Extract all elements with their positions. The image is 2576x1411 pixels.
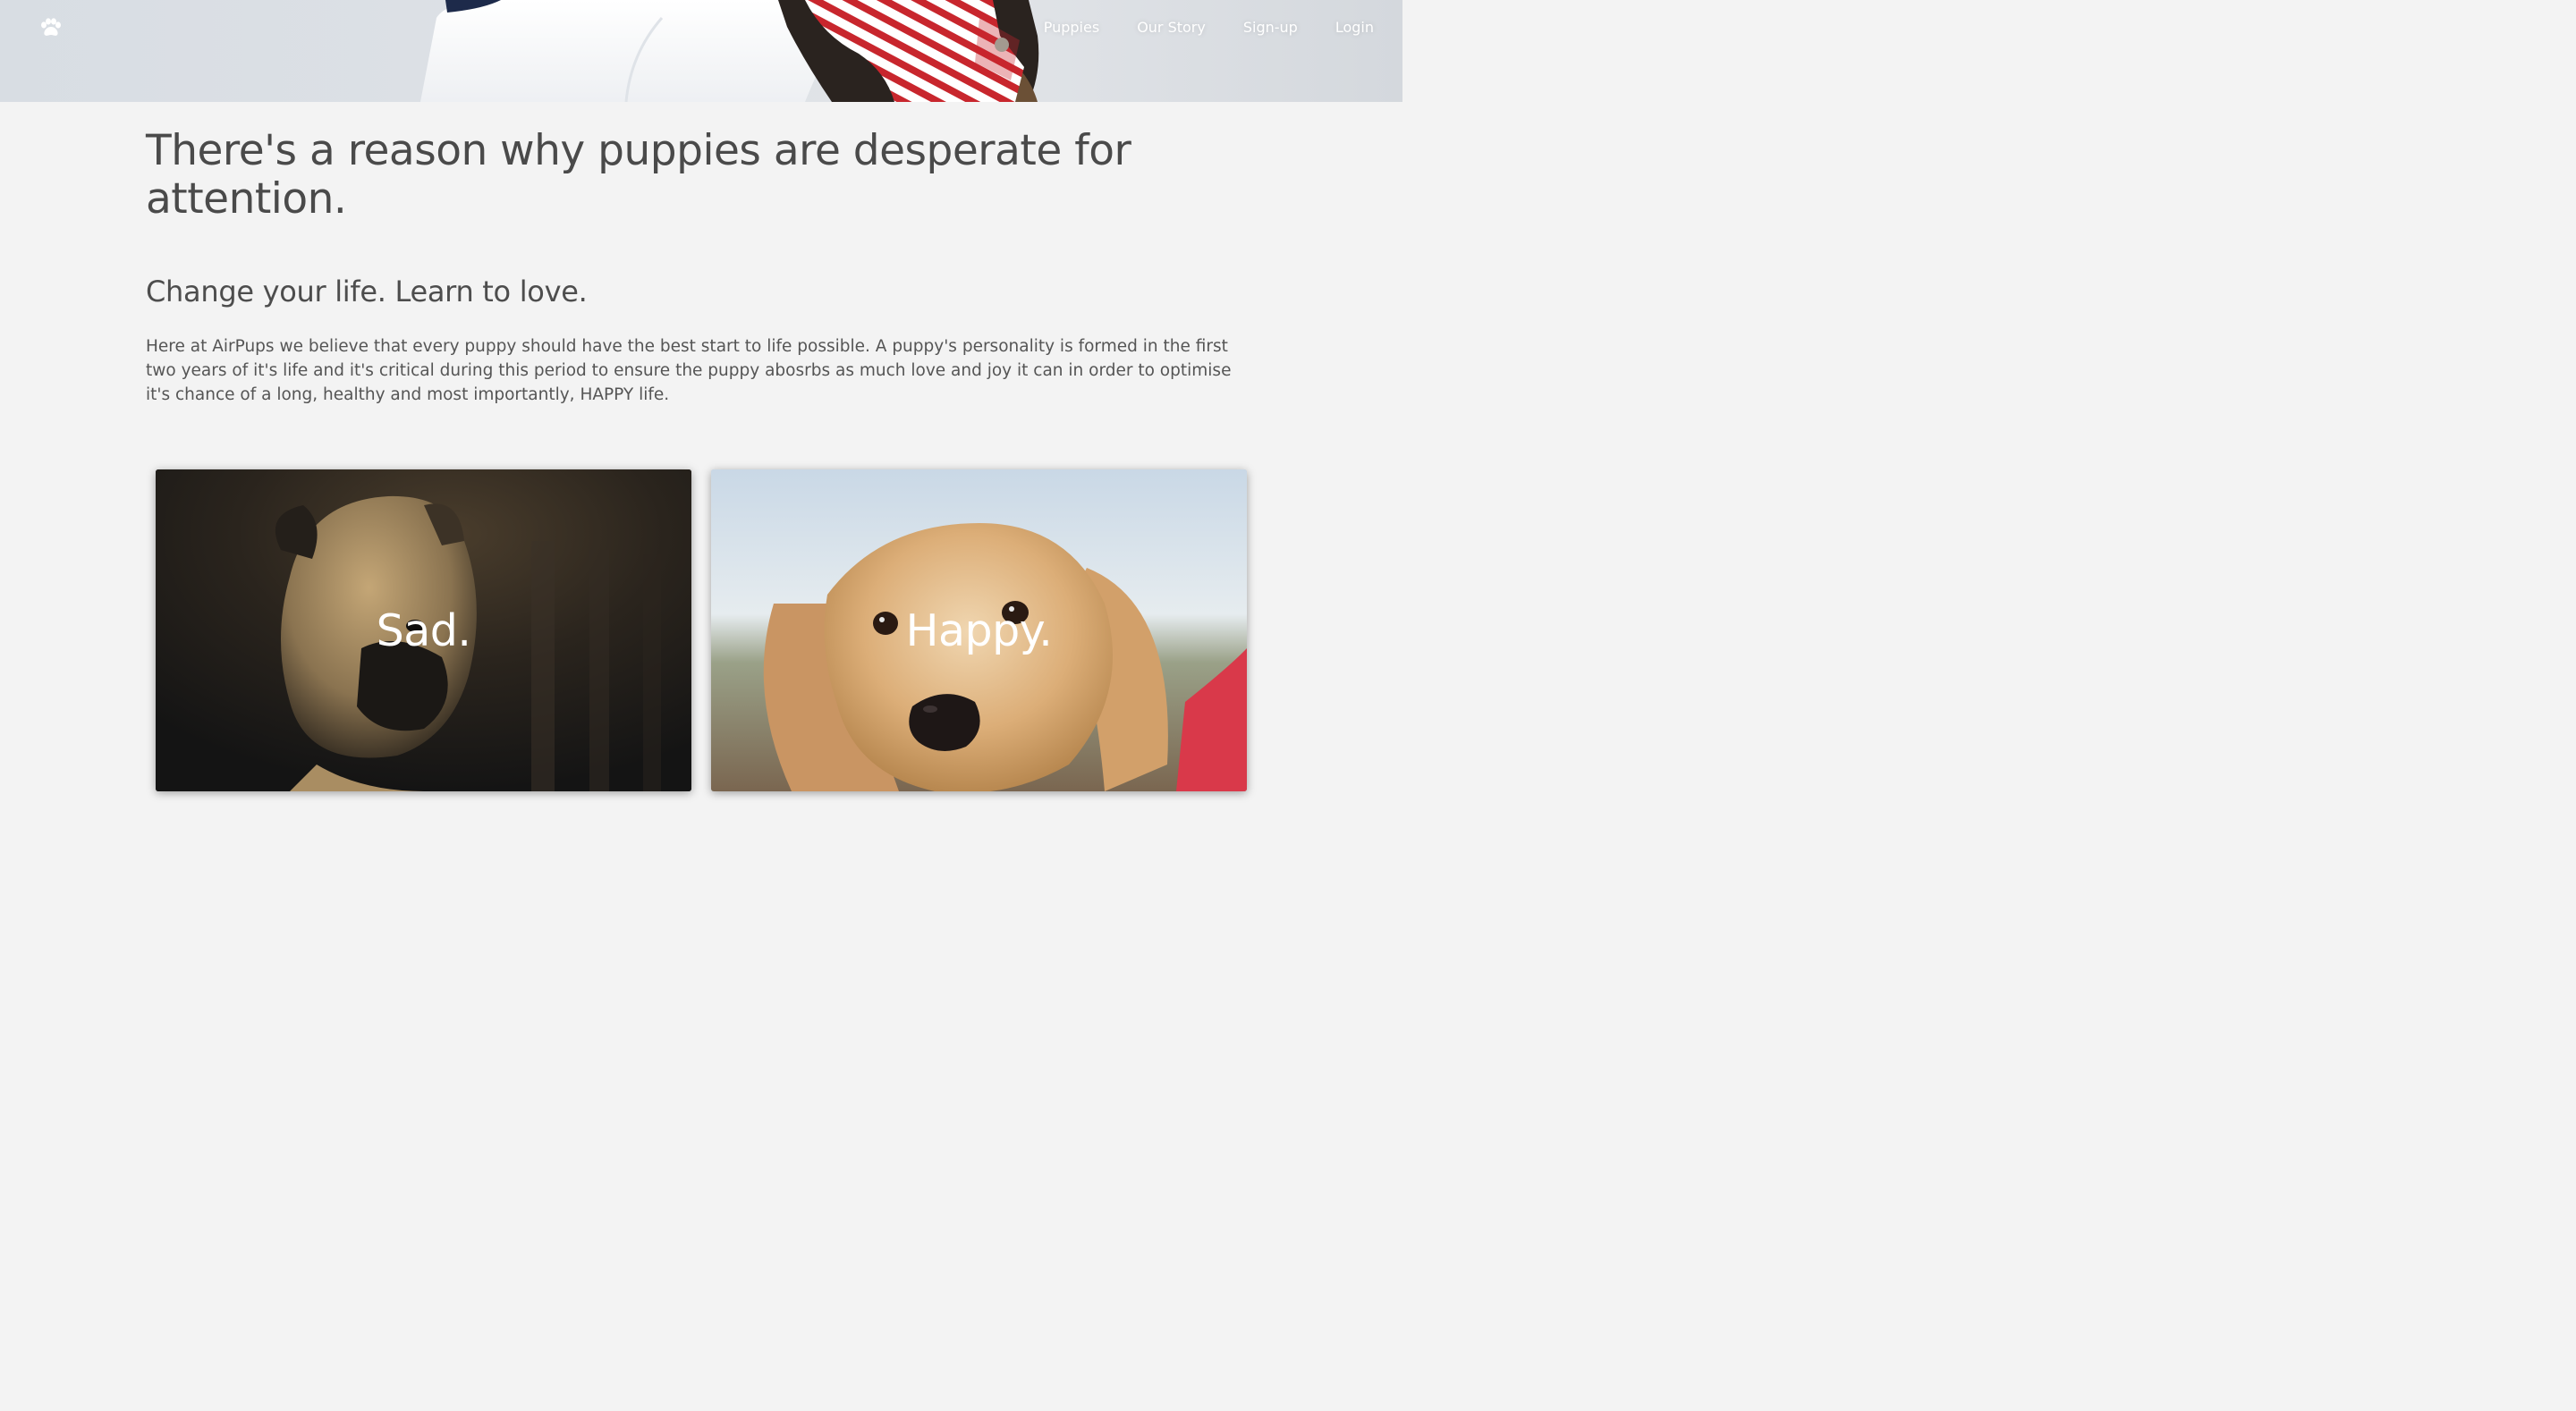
nav-link-our-story[interactable]: Our Story — [1137, 17, 1206, 38]
paw-icon — [41, 18, 61, 36]
hero-photo — [420, 0, 1039, 102]
intro-paragraph: Here at AirPups we believe that every pu… — [146, 337, 1232, 404]
sad-card[interactable]: Sad. — [156, 469, 691, 791]
nav-link-login[interactable]: Login — [1335, 17, 1374, 38]
main-content: There's a reason why puppies are despera… — [146, 102, 1255, 407]
hero-banner: Puppies Our Story Sign-up Login — [0, 0, 1402, 102]
page-subheadline: Change your life. Learn to love. — [146, 275, 588, 308]
happy-card[interactable]: Happy. — [711, 469, 1247, 791]
sad-card-label: Sad. — [376, 605, 471, 656]
nav-link-puppies[interactable]: Puppies — [1044, 17, 1099, 38]
paw-logo-icon[interactable] — [38, 16, 63, 41]
main-nav: Puppies Our Story Sign-up Login — [1006, 17, 1374, 38]
page-headline: There's a reason why puppies are despera… — [146, 126, 1131, 224]
nav-link-sign-up[interactable]: Sign-up — [1243, 17, 1298, 38]
happy-card-label: Happy. — [905, 605, 1053, 656]
